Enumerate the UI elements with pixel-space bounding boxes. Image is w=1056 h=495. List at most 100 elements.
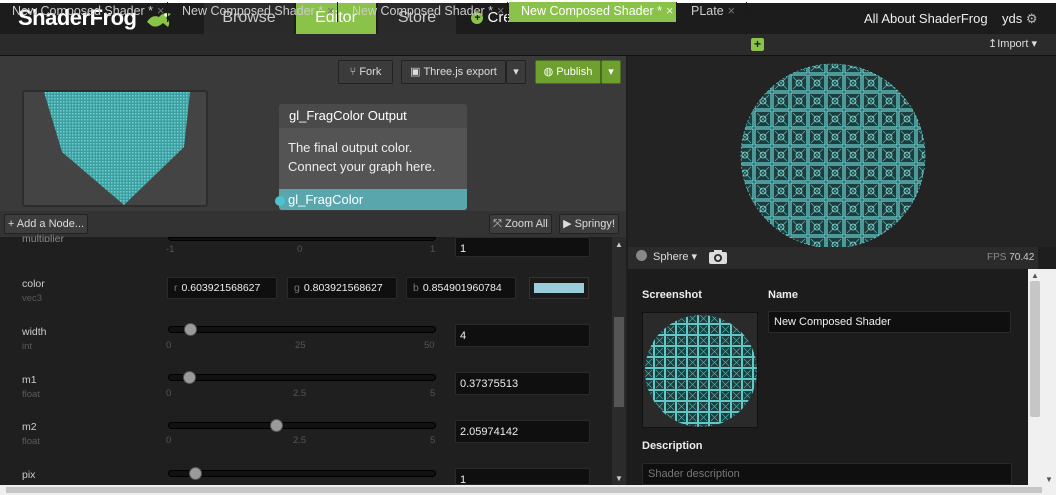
slider-tick: 5 bbox=[430, 435, 436, 446]
output-node-description: The final output color. Connect your gra… bbox=[279, 128, 467, 188]
screenshot-thumbnail[interactable] bbox=[642, 312, 758, 428]
fork-button[interactable]: ⑂ Fork bbox=[338, 60, 393, 84]
fps-counter: FPS 70.42 bbox=[987, 252, 1034, 263]
add-node-button[interactable]: + Add a Node... bbox=[4, 214, 88, 234]
tab-shader-2[interactable]: New Composed Shader * × bbox=[170, 2, 338, 22]
slider-tick: 1 bbox=[430, 244, 436, 255]
slider-tick: 0 bbox=[166, 388, 172, 399]
slider-tick: 50 bbox=[424, 340, 435, 351]
screenshot-label: Screenshot bbox=[642, 289, 702, 301]
output-node[interactable]: gl_FragColor Output The final output col… bbox=[279, 104, 467, 210]
uniform-value-pix[interactable]: 1 bbox=[455, 468, 590, 486]
uniform-label: multiplier bbox=[22, 233, 65, 242]
page-scrollbar[interactable]: ▼ bbox=[1042, 269, 1056, 485]
zoom-all-button[interactable]: ⤧ Zoom All bbox=[489, 214, 552, 234]
springy-label: Springy! bbox=[574, 218, 615, 230]
uniform-slider-pix[interactable] bbox=[168, 467, 436, 480]
uniform-value-width[interactable]: 4 bbox=[455, 324, 590, 347]
color-r-label: r bbox=[174, 282, 178, 294]
uniform-type-width: int bbox=[22, 341, 33, 352]
chevron-down-icon: ▾ bbox=[513, 66, 519, 78]
color-b-input[interactable]: b 0.854901960784 bbox=[406, 277, 516, 299]
close-icon[interactable]: × bbox=[157, 4, 164, 18]
fork-label: Fork bbox=[359, 66, 382, 78]
uniform-value-partial[interactable]: 1 bbox=[455, 237, 590, 257]
add-node-label: Add a Node... bbox=[16, 218, 85, 230]
uniforms-panel bbox=[0, 237, 612, 485]
threejs-export-button[interactable]: ▣ Three.js export bbox=[401, 60, 506, 84]
uniform-type-m1: float bbox=[22, 389, 40, 400]
app-window: ShaderFrog Browse Editor Store +Create A… bbox=[0, 0, 1056, 495]
add-tab-button[interactable]: + bbox=[751, 38, 764, 51]
chevron-down-icon: ▾ bbox=[608, 66, 614, 78]
close-icon[interactable]: × bbox=[728, 4, 735, 18]
uniform-label-width: width bbox=[22, 326, 47, 338]
uniform-slider-m1[interactable] bbox=[168, 371, 436, 384]
import-menu[interactable]: ↥Import ▾ bbox=[988, 37, 1037, 50]
uniform-value-m1[interactable]: 0.37375513 bbox=[455, 372, 590, 395]
shader-name-input[interactable]: New Composed Shader bbox=[768, 311, 1011, 333]
scroll-up-icon[interactable]: ▲ bbox=[615, 240, 623, 249]
color-swatch-fill bbox=[534, 283, 584, 293]
screenshot-render bbox=[645, 315, 757, 427]
shader-description-input[interactable]: Shader description bbox=[642, 463, 1012, 485]
uniform-slider-width[interactable] bbox=[168, 323, 436, 336]
gear-icon: ⚙ bbox=[1025, 11, 1038, 26]
tab-label: New Composed Shader * bbox=[352, 4, 494, 18]
color-g-label: g bbox=[294, 282, 300, 294]
color-r-input[interactable]: r 0.603921568627 bbox=[167, 277, 277, 299]
tab-shader-1[interactable]: New Composed Shader * × bbox=[0, 2, 168, 22]
slider-knob[interactable] bbox=[182, 371, 196, 384]
close-icon[interactable]: × bbox=[497, 4, 504, 18]
horizontal-scrollbar[interactable] bbox=[0, 485, 1056, 495]
publish-label: Publish bbox=[556, 66, 593, 78]
slider-tick: 2.5 bbox=[293, 435, 307, 446]
tab-shader-3[interactable]: New Composed Shader * × bbox=[340, 2, 508, 22]
slider-knob[interactable] bbox=[183, 323, 197, 336]
user-menu[interactable]: yds ⚙ bbox=[1002, 11, 1038, 27]
uniform-slider-m2[interactable] bbox=[168, 419, 436, 432]
scroll-up-icon[interactable]: ▲ bbox=[1031, 271, 1039, 280]
springy-button[interactable]: ▶ Springy! bbox=[559, 214, 619, 234]
scrollbar-thumb[interactable] bbox=[6, 487, 1042, 493]
tab-label: New Composed Shader * bbox=[521, 4, 663, 18]
publish-dropdown[interactable]: ▾ bbox=[601, 60, 621, 84]
color-g-input[interactable]: g 0.803921568627 bbox=[287, 277, 397, 299]
port-connector[interactable] bbox=[275, 196, 285, 206]
info-scrollbar[interactable]: ▲ bbox=[1028, 269, 1042, 485]
preview-viewport[interactable] bbox=[628, 56, 1056, 249]
fps-label: FPS bbox=[987, 252, 1007, 263]
tab-label: New Composed Shader * bbox=[12, 4, 154, 18]
play-icon: ▶ bbox=[563, 218, 575, 230]
threejs-export-dropdown[interactable]: ▾ bbox=[506, 60, 526, 84]
output-port[interactable]: gl_FragColor bbox=[279, 189, 467, 210]
import-label: Import bbox=[997, 38, 1029, 50]
uniform-value-m2[interactable]: 2.05974142 bbox=[455, 420, 590, 443]
uniform-type-color: vec3 bbox=[22, 293, 43, 304]
uniforms-scrollbar[interactable]: ▲ ▼ bbox=[612, 237, 626, 485]
scrollbar-thumb[interactable] bbox=[1030, 281, 1040, 417]
scrollbar-thumb[interactable] bbox=[614, 317, 624, 407]
color-swatch[interactable] bbox=[529, 277, 589, 299]
scroll-down-icon[interactable]: ▼ bbox=[615, 474, 623, 483]
camera-icon[interactable] bbox=[708, 249, 728, 265]
uniform-type-m2: float bbox=[22, 436, 40, 447]
uniform-slider-partial[interactable] bbox=[168, 237, 436, 241]
import-arrow-icon: ↥ bbox=[988, 38, 998, 50]
export-icon: ▣ bbox=[410, 66, 424, 78]
close-icon[interactable]: × bbox=[666, 4, 673, 18]
node-preview[interactable] bbox=[22, 90, 208, 207]
globe-icon: ◍ bbox=[543, 66, 557, 78]
scroll-down-icon[interactable]: ▼ bbox=[1045, 475, 1053, 484]
slider-tick: 0 bbox=[166, 340, 172, 351]
geometry-select[interactable]: Sphere ▾ bbox=[636, 250, 697, 263]
publish-button[interactable]: ◍ Publish bbox=[535, 60, 601, 84]
nav-about[interactable]: All About ShaderFrog bbox=[864, 11, 988, 26]
tab-plate[interactable]: PLate × bbox=[679, 2, 747, 22]
close-icon[interactable]: × bbox=[327, 4, 334, 18]
output-node-title: gl_FragColor Output bbox=[279, 104, 467, 128]
tab-shader-4[interactable]: New Composed Shader * × bbox=[509, 2, 677, 22]
tab-label: PLate bbox=[691, 4, 724, 18]
tab-label: New Composed Shader * bbox=[182, 4, 324, 18]
geometry-label: Sphere bbox=[653, 251, 689, 263]
